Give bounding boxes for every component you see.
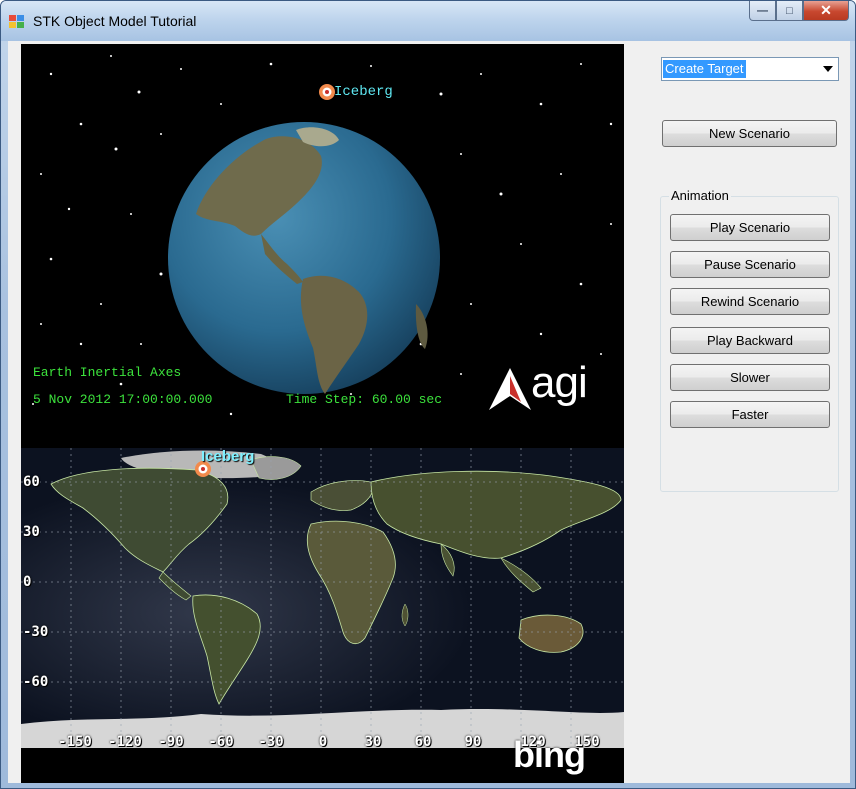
close-button[interactable]: ✕ — [803, 1, 849, 21]
client-area: Iceberg Earth Inertial Axes 5 Nov 2012 1… — [8, 41, 850, 783]
pause-scenario-button[interactable]: Pause Scenario — [670, 251, 830, 278]
title-bar[interactable]: STK Object Model Tutorial — □ ✕ — [1, 1, 855, 41]
rewind-scenario-button[interactable]: Rewind Scenario — [670, 288, 830, 315]
lat-label: 30 — [23, 524, 40, 540]
faster-button[interactable]: Faster — [670, 401, 830, 428]
lon-label: -150 — [58, 734, 92, 750]
lon-label: 0 — [318, 734, 328, 750]
lon-label: 60 — [414, 734, 432, 750]
lon-label: -30 — [258, 734, 284, 750]
map-2d-view[interactable]: Iceberg 60 30 0 -30 -60 -150 -120 -90 -6… — [21, 448, 624, 783]
play-backward-button[interactable]: Play Backward — [670, 327, 830, 354]
maximize-button[interactable]: □ — [776, 1, 803, 21]
lon-label: -90 — [158, 734, 184, 750]
object-type-select[interactable]: Create Target — [661, 57, 839, 81]
date-time-label: 5 Nov 2012 17:00:00.000 — [33, 392, 213, 407]
lat-label: 60 — [23, 474, 40, 490]
select-value: Create Target — [663, 60, 746, 78]
lat-label: 0 — [23, 574, 32, 590]
chevron-down-icon[interactable] — [823, 66, 833, 72]
slower-button[interactable]: Slower — [670, 364, 830, 391]
new-scenario-button[interactable]: New Scenario — [662, 120, 837, 147]
agi-logo-icon — [489, 368, 531, 410]
map-target-label: Iceberg — [201, 448, 255, 465]
lon-label: 30 — [364, 734, 382, 750]
window-title: STK Object Model Tutorial — [33, 13, 197, 29]
bing-logo: bing — [513, 734, 586, 775]
lon-label: -60 — [208, 734, 234, 750]
globe-3d-view[interactable]: Iceberg Earth Inertial Axes 5 Nov 2012 1… — [21, 44, 624, 448]
time-step-label: Time Step: 60.00 sec — [286, 392, 443, 407]
play-scenario-button[interactable]: Play Scenario — [670, 214, 830, 241]
axes-label: Earth Inertial Axes — [33, 365, 182, 380]
lon-label: -120 — [108, 734, 142, 750]
app-icon — [9, 15, 25, 29]
agi-logo-text: agi — [531, 358, 588, 407]
lon-label: 90 — [464, 734, 482, 750]
control-panel: Create Target New Scenario Animation Pla… — [633, 41, 850, 783]
minimize-button[interactable]: — — [749, 1, 776, 21]
lat-label: -60 — [23, 674, 49, 690]
world-map — [21, 448, 624, 783]
target-label: Iceberg — [334, 84, 393, 100]
animation-group-label: Animation — [669, 188, 731, 203]
app-window: STK Object Model Tutorial — □ ✕ Iceberg … — [0, 0, 856, 789]
lat-label: -30 — [23, 624, 49, 640]
